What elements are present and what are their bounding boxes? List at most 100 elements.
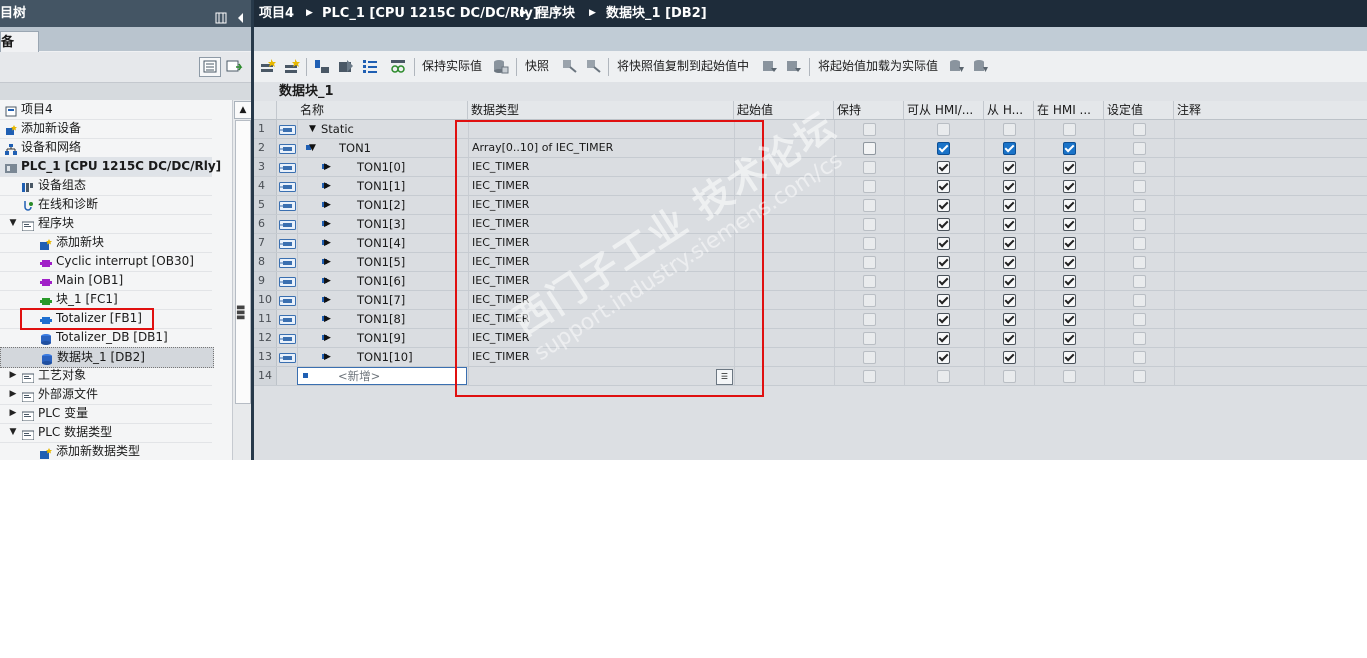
accessible-from-hmi-checkbox[interactable] bbox=[937, 218, 950, 231]
visible-in-hmi-checkbox[interactable] bbox=[1063, 313, 1076, 326]
expand-right-icon[interactable]: ▶ bbox=[8, 385, 18, 404]
writable-from-hmi-checkbox[interactable] bbox=[1003, 294, 1016, 307]
row-number[interactable]: 2 bbox=[254, 139, 277, 157]
tree-scrollbar[interactable]: ▲ ▬ ▬ ▬ bbox=[232, 100, 252, 460]
setpoint-checkbox[interactable] bbox=[1133, 237, 1146, 250]
row-number[interactable]: 1 bbox=[254, 120, 277, 138]
tree-item[interactable]: 设备和网络 bbox=[0, 138, 212, 158]
cell-name[interactable]: TON1[8] bbox=[357, 310, 405, 328]
load-db-all-icon[interactable] bbox=[973, 59, 989, 74]
visible-in-hmi-checkbox[interactable] bbox=[1063, 142, 1076, 155]
tree-item[interactable]: 添加新块 bbox=[0, 233, 212, 253]
visible-in-hmi-checkbox[interactable] bbox=[1063, 218, 1076, 231]
visible-in-hmi-checkbox[interactable] bbox=[1063, 199, 1076, 212]
header-datatype[interactable]: 数据类型 bbox=[468, 101, 734, 119]
tree-item[interactable]: 块_1 [FC1] bbox=[0, 290, 212, 310]
header-writable-from-hmi[interactable]: 从 H... bbox=[984, 101, 1034, 119]
pin-icon[interactable] bbox=[215, 7, 227, 24]
tree-item[interactable]: ▶ PLC 变量 bbox=[0, 404, 212, 424]
cell-name[interactable]: TON1[10] bbox=[357, 348, 413, 366]
load-start-all-icon[interactable] bbox=[786, 59, 802, 74]
header-retain[interactable]: 保持 bbox=[834, 101, 904, 119]
retain-checkbox[interactable] bbox=[863, 161, 876, 174]
visible-in-hmi-checkbox[interactable] bbox=[1063, 370, 1076, 383]
snapshot-button[interactable]: 快照 bbox=[525, 51, 549, 82]
writable-from-hmi-checkbox[interactable] bbox=[1003, 199, 1016, 212]
visible-in-hmi-checkbox[interactable] bbox=[1063, 161, 1076, 174]
accessible-from-hmi-checkbox[interactable] bbox=[937, 313, 950, 326]
expand-right-icon[interactable]: ▶ bbox=[8, 366, 18, 385]
visible-in-hmi-checkbox[interactable] bbox=[1063, 237, 1076, 250]
expand-right-icon[interactable]: ▶ bbox=[324, 177, 331, 195]
copy-snapshot-to-start-button[interactable]: 将快照值复制到起始值中 bbox=[617, 51, 749, 82]
table-row-new[interactable]: 14 <新增> ☰ bbox=[254, 367, 1367, 386]
writable-from-hmi-checkbox[interactable] bbox=[1003, 351, 1016, 364]
accessible-from-hmi-checkbox[interactable] bbox=[937, 294, 950, 307]
collapse-panel-icon[interactable] bbox=[235, 7, 247, 23]
row-number[interactable]: 4 bbox=[254, 177, 277, 195]
expand-right-icon[interactable]: ▶ bbox=[324, 291, 331, 309]
setpoint-checkbox[interactable] bbox=[1133, 180, 1146, 193]
visible-in-hmi-checkbox[interactable] bbox=[1063, 294, 1076, 307]
writable-from-hmi-checkbox[interactable] bbox=[1003, 123, 1016, 136]
row-number[interactable]: 12 bbox=[254, 329, 277, 347]
cell-name[interactable]: Static bbox=[321, 120, 354, 138]
visible-in-hmi-checkbox[interactable] bbox=[1063, 332, 1076, 345]
cell-name[interactable]: TON1[7] bbox=[357, 291, 405, 309]
expand-down-icon[interactable]: ▼ bbox=[8, 423, 18, 442]
table-row[interactable]: 13 ▶ TON1[10] IEC_TIMER bbox=[254, 348, 1367, 367]
add-row-icon[interactable] bbox=[284, 59, 300, 74]
table-row[interactable]: 10 ▶ TON1[7] IEC_TIMER bbox=[254, 291, 1367, 310]
accessible-from-hmi-checkbox[interactable] bbox=[937, 123, 950, 136]
accessible-from-hmi-checkbox[interactable] bbox=[937, 332, 950, 345]
row-number[interactable]: 11 bbox=[254, 310, 277, 328]
tree-item[interactable]: Totalizer_DB [DB1] bbox=[0, 328, 212, 348]
setpoint-checkbox[interactable] bbox=[1133, 142, 1146, 155]
setpoint-checkbox[interactable] bbox=[1133, 275, 1146, 288]
monitor-glasses-icon[interactable] bbox=[390, 59, 406, 74]
breadcrumb-project[interactable]: 项目4 bbox=[259, 0, 294, 27]
expand-right-icon[interactable]: ▶ bbox=[324, 158, 331, 176]
expand-right-icon[interactable]: ▶ bbox=[324, 215, 331, 233]
breadcrumb-plc[interactable]: PLC_1 [CPU 1215C DC/DC/Rly] bbox=[322, 0, 539, 27]
row-number[interactable]: 3 bbox=[254, 158, 277, 176]
load-start-as-actual-button[interactable]: 将起始值加载为实际值 bbox=[818, 51, 938, 82]
expand-right-icon[interactable]: ▶ bbox=[324, 196, 331, 214]
tree-item[interactable]: 在线和诊断 bbox=[0, 195, 212, 215]
setpoint-checkbox[interactable] bbox=[1133, 161, 1146, 174]
accessible-from-hmi-checkbox[interactable] bbox=[937, 275, 950, 288]
cell-name[interactable]: TON1[9] bbox=[357, 329, 405, 347]
cell-name[interactable]: TON1[0] bbox=[357, 158, 405, 176]
retain-checkbox[interactable] bbox=[863, 256, 876, 269]
accessible-from-hmi-checkbox[interactable] bbox=[937, 256, 950, 269]
row-number[interactable]: 9 bbox=[254, 272, 277, 290]
tree-item[interactable]: 添加新数据类型 bbox=[0, 442, 212, 460]
retain-checkbox[interactable] bbox=[863, 123, 876, 136]
table-row[interactable]: 8 ▶ TON1[5] IEC_TIMER bbox=[254, 253, 1367, 272]
retain-checkbox[interactable] bbox=[863, 218, 876, 231]
load-db-icon[interactable] bbox=[949, 59, 965, 74]
tree-item[interactable]: 数据块_1 [DB2] bbox=[0, 347, 214, 368]
row-number[interactable]: 8 bbox=[254, 253, 277, 271]
visible-in-hmi-checkbox[interactable] bbox=[1063, 351, 1076, 364]
retain-checkbox[interactable] bbox=[863, 370, 876, 383]
retain-checkbox[interactable] bbox=[863, 313, 876, 326]
setpoint-checkbox[interactable] bbox=[1133, 351, 1146, 364]
copy-snapshot-icon[interactable] bbox=[562, 59, 578, 74]
expand-right-icon[interactable]: ▶ bbox=[8, 404, 18, 423]
overview-toggle-button[interactable] bbox=[199, 57, 221, 77]
setpoint-checkbox[interactable] bbox=[1133, 199, 1146, 212]
header-accessible-from-hmi[interactable]: 可从 HMI/... bbox=[904, 101, 984, 119]
tree-item[interactable]: ▼ PLC 数据类型 bbox=[0, 423, 212, 443]
expand-down-icon[interactable]: ▼ bbox=[309, 139, 316, 157]
retain-checkbox[interactable] bbox=[863, 199, 876, 212]
writable-from-hmi-checkbox[interactable] bbox=[1003, 237, 1016, 250]
snapshot-db-icon[interactable] bbox=[493, 59, 509, 74]
setpoint-checkbox[interactable] bbox=[1133, 294, 1146, 307]
copy-snapshot-all-icon[interactable] bbox=[586, 59, 602, 74]
table-row[interactable]: 7 ▶ TON1[4] IEC_TIMER bbox=[254, 234, 1367, 253]
cell-name[interactable]: TON1[2] bbox=[357, 196, 405, 214]
accessible-from-hmi-checkbox[interactable] bbox=[937, 199, 950, 212]
row-number[interactable]: 10 bbox=[254, 291, 277, 309]
breadcrumb-program-blocks[interactable]: 程序块 bbox=[536, 0, 575, 27]
